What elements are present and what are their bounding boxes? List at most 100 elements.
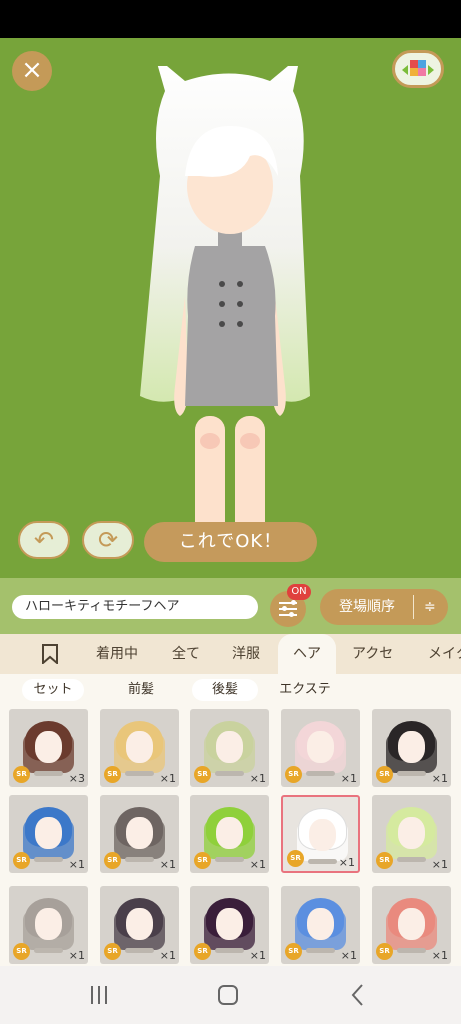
- item-count: ×3: [68, 772, 85, 785]
- stand-base: [125, 771, 154, 776]
- ok-button[interactable]: これでOK！: [144, 522, 317, 562]
- shuffle-button[interactable]: ⟳: [82, 521, 134, 559]
- stand-base: [125, 948, 154, 953]
- item-count: ×1: [159, 858, 176, 871]
- sort-divider: [413, 595, 414, 619]
- hair-subtabs: セット 前髪 後髪 エクステ: [0, 674, 461, 706]
- undo-icon: ↶: [33, 526, 55, 554]
- hair-item-card[interactable]: SR ×1: [190, 795, 269, 873]
- home-icon[interactable]: [213, 980, 243, 1010]
- item-count: ×1: [431, 858, 448, 871]
- doll-face: [307, 908, 334, 940]
- filter-on-badge: ON: [287, 584, 311, 600]
- hair-item-card[interactable]: SR ×3: [9, 709, 88, 787]
- stand-base: [397, 771, 426, 776]
- back-icon[interactable]: [343, 980, 373, 1010]
- android-nav-bar: [0, 966, 461, 1024]
- rarity-badge: SR: [376, 766, 393, 783]
- hair-item-card[interactable]: SR ×1: [9, 795, 88, 873]
- rarity-badge: SR: [104, 766, 121, 783]
- sort-toggle-icon[interactable]: ≑: [424, 589, 436, 625]
- arrow-right-icon: [428, 65, 434, 75]
- hair-item-card[interactable]: SR ×1: [190, 886, 269, 964]
- stand-base: [215, 857, 244, 862]
- stand-base: [397, 857, 426, 862]
- tab-makeup[interactable]: メイク: [428, 634, 461, 674]
- avatar-stage: × ↶ ⟳ これでOK！: [0, 38, 461, 578]
- item-count: ×1: [431, 949, 448, 962]
- stand-base: [34, 771, 63, 776]
- item-count: ×1: [340, 949, 357, 962]
- stand-base: [34, 948, 63, 953]
- subtab-bangs[interactable]: 前髪: [110, 679, 172, 701]
- close-icon: ×: [21, 55, 43, 85]
- rarity-badge: SR: [104, 943, 121, 960]
- doll-face: [216, 908, 243, 940]
- item-count: ×1: [431, 772, 448, 785]
- stand-base: [34, 857, 63, 862]
- rarity-badge: SR: [376, 852, 393, 869]
- item-count: ×1: [159, 949, 176, 962]
- item-count: ×1: [249, 949, 266, 962]
- sort-label: 登場順序: [339, 599, 395, 615]
- rarity-badge: SR: [194, 943, 211, 960]
- doll-face: [309, 819, 336, 851]
- stand-base: [125, 857, 154, 862]
- bookmark-icon[interactable]: [41, 644, 59, 664]
- tab-clothes[interactable]: 洋服: [232, 634, 260, 674]
- hair-item-card[interactable]: SR ×1: [9, 886, 88, 964]
- sort-button[interactable]: 登場順序 ≑: [320, 589, 448, 625]
- doll-face: [126, 731, 153, 763]
- doll-face: [398, 908, 425, 940]
- hair-item-card[interactable]: SR ×1: [281, 795, 360, 873]
- recent-apps-icon[interactable]: [84, 980, 114, 1010]
- hair-item-card[interactable]: SR ×1: [372, 795, 451, 873]
- hair-item-card[interactable]: SR ×1: [372, 886, 451, 964]
- rarity-badge: SR: [13, 766, 30, 783]
- stand-base: [215, 771, 244, 776]
- arrow-left-icon: [402, 65, 408, 75]
- tab-accessories[interactable]: アクセ: [352, 634, 393, 674]
- undo-button[interactable]: ↶: [18, 521, 70, 559]
- hair-item-card[interactable]: SR ×1: [281, 886, 360, 964]
- sliders-icon: [291, 600, 296, 605]
- rarity-badge: SR: [13, 852, 30, 869]
- hair-item-card[interactable]: SR ×1: [190, 709, 269, 787]
- subtab-extensions[interactable]: エクステ: [268, 679, 342, 701]
- rarity-badge: SR: [194, 766, 211, 783]
- tab-hair[interactable]: ヘア: [278, 634, 336, 674]
- palette-icon: [410, 60, 418, 68]
- doll-face: [398, 731, 425, 763]
- close-button[interactable]: ×: [12, 51, 52, 91]
- rarity-badge: SR: [194, 852, 211, 869]
- hair-item-card[interactable]: SR ×1: [281, 709, 360, 787]
- doll-face: [216, 817, 243, 849]
- doll-face: [35, 731, 62, 763]
- doll-face: [126, 908, 153, 940]
- item-info-bar: ハローキティモチーフヘア ON 登場順序 ≑: [0, 578, 461, 634]
- item-name-field: ハローキティモチーフヘア: [12, 595, 258, 619]
- refresh-icon: ⟳: [97, 526, 119, 554]
- stand-base: [306, 771, 335, 776]
- stand-base: [308, 859, 337, 864]
- subtab-set[interactable]: セット: [22, 679, 84, 701]
- doll-face: [216, 731, 243, 763]
- item-count: ×1: [340, 772, 357, 785]
- item-count: ×1: [68, 858, 85, 871]
- color-palette-button[interactable]: [392, 50, 444, 88]
- doll-face: [35, 908, 62, 940]
- rarity-badge: SR: [287, 850, 304, 867]
- doll-face: [398, 817, 425, 849]
- subtab-back-hair[interactable]: 後髪: [192, 679, 258, 701]
- doll-face: [307, 731, 334, 763]
- hair-item-card[interactable]: SR ×1: [100, 795, 179, 873]
- doll-face: [35, 817, 62, 849]
- tab-all[interactable]: 全て: [172, 634, 200, 674]
- item-count: ×1: [159, 772, 176, 785]
- hair-item-card[interactable]: SR ×1: [100, 886, 179, 964]
- hair-item-card[interactable]: SR ×1: [372, 709, 451, 787]
- tab-wearing[interactable]: 着用中: [96, 634, 138, 674]
- item-count: ×1: [68, 949, 85, 962]
- hair-item-card[interactable]: SR ×1: [100, 709, 179, 787]
- category-tabs: 着用中 全て 洋服 ヘア アクセ メイク: [0, 634, 461, 674]
